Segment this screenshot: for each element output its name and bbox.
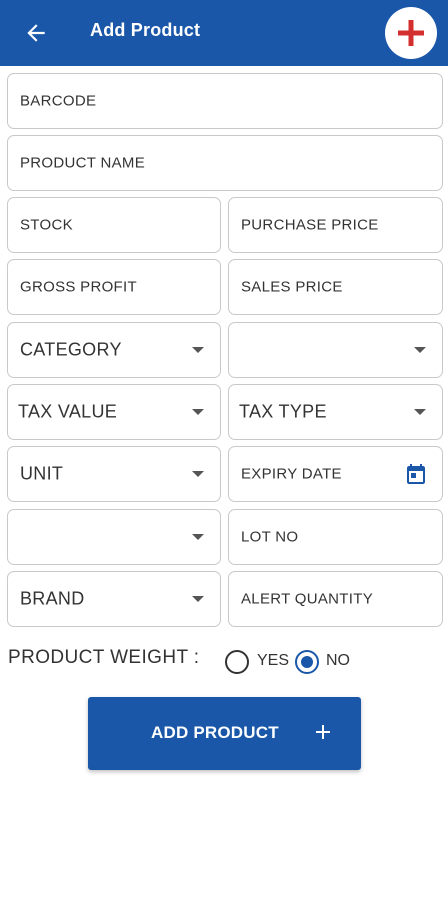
barcode-label: BARCODE — [20, 92, 97, 110]
brand-select[interactable]: BRAND — [7, 571, 221, 627]
alert-quantity-label: ALERT QUANTITY — [241, 590, 374, 608]
alert-quantity-field[interactable]: ALERT QUANTITY — [228, 571, 443, 627]
plus-icon — [398, 20, 424, 46]
category-label: CATEGORY — [20, 339, 122, 360]
weight-no-radio[interactable] — [295, 650, 319, 674]
tax-type-label: TAX TYPE — [239, 401, 327, 422]
plus-icon — [316, 725, 330, 739]
dropdown-arrow-icon — [192, 471, 204, 477]
product-name-label: PRODUCT NAME — [20, 154, 145, 172]
brand-label: BRAND — [20, 588, 85, 609]
product-weight-row: PRODUCT WEIGHT : YES NO — [8, 644, 438, 680]
weight-no-label: NO — [326, 652, 350, 669]
unlabeled-select[interactable] — [7, 509, 221, 565]
arrow-left-icon — [27, 24, 45, 42]
add-product-button[interactable]: ADD PRODUCT — [88, 697, 361, 770]
barcode-field[interactable]: BARCODE — [7, 73, 443, 129]
dropdown-arrow-icon — [414, 347, 426, 353]
dropdown-arrow-icon — [192, 596, 204, 602]
dropdown-arrow-icon — [192, 347, 204, 353]
product-weight-label: PRODUCT WEIGHT : — [8, 647, 200, 668]
stock-label: STOCK — [20, 216, 73, 234]
tax-value-select[interactable]: TAX VALUE — [7, 384, 221, 440]
dropdown-arrow-icon — [414, 409, 426, 415]
add-button[interactable] — [385, 7, 437, 59]
page-title: Add Product — [90, 20, 201, 40]
weight-yes-radio[interactable] — [225, 650, 249, 674]
gross-profit-label: GROSS PROFIT — [20, 278, 137, 296]
calendar-icon[interactable] — [404, 462, 428, 486]
lot-no-field[interactable]: LOT NO — [228, 509, 443, 565]
category-select[interactable]: CATEGORY — [7, 322, 221, 378]
add-product-label: ADD PRODUCT — [151, 723, 279, 742]
tax-value-label: TAX VALUE — [18, 401, 118, 422]
purchase-price-field[interactable]: PURCHASE PRICE — [228, 197, 443, 253]
expiry-date-field[interactable]: EXPIRY DATE — [228, 446, 443, 502]
unit-label: UNIT — [20, 463, 64, 484]
expiry-date-label: EXPIRY DATE — [241, 465, 342, 483]
back-button[interactable] — [20, 17, 52, 49]
sales-price-field[interactable]: SALES PRICE — [228, 259, 443, 315]
weight-yes-label: YES — [257, 652, 290, 669]
purchase-price-label: PURCHASE PRICE — [241, 216, 379, 234]
dropdown-arrow-icon — [192, 534, 204, 540]
lot-no-label: LOT NO — [241, 528, 299, 546]
app-bar: Add Product — [0, 0, 448, 66]
gross-profit-field[interactable]: GROSS PROFIT — [7, 259, 221, 315]
tax-type-select[interactable]: TAX TYPE — [228, 384, 443, 440]
dropdown-arrow-icon — [192, 409, 204, 415]
stock-field[interactable]: STOCK — [7, 197, 221, 253]
subcategory-select[interactable] — [228, 322, 443, 378]
unit-select[interactable]: UNIT — [7, 446, 221, 502]
product-name-field[interactable]: PRODUCT NAME — [7, 135, 443, 191]
sales-price-label: SALES PRICE — [241, 278, 343, 296]
